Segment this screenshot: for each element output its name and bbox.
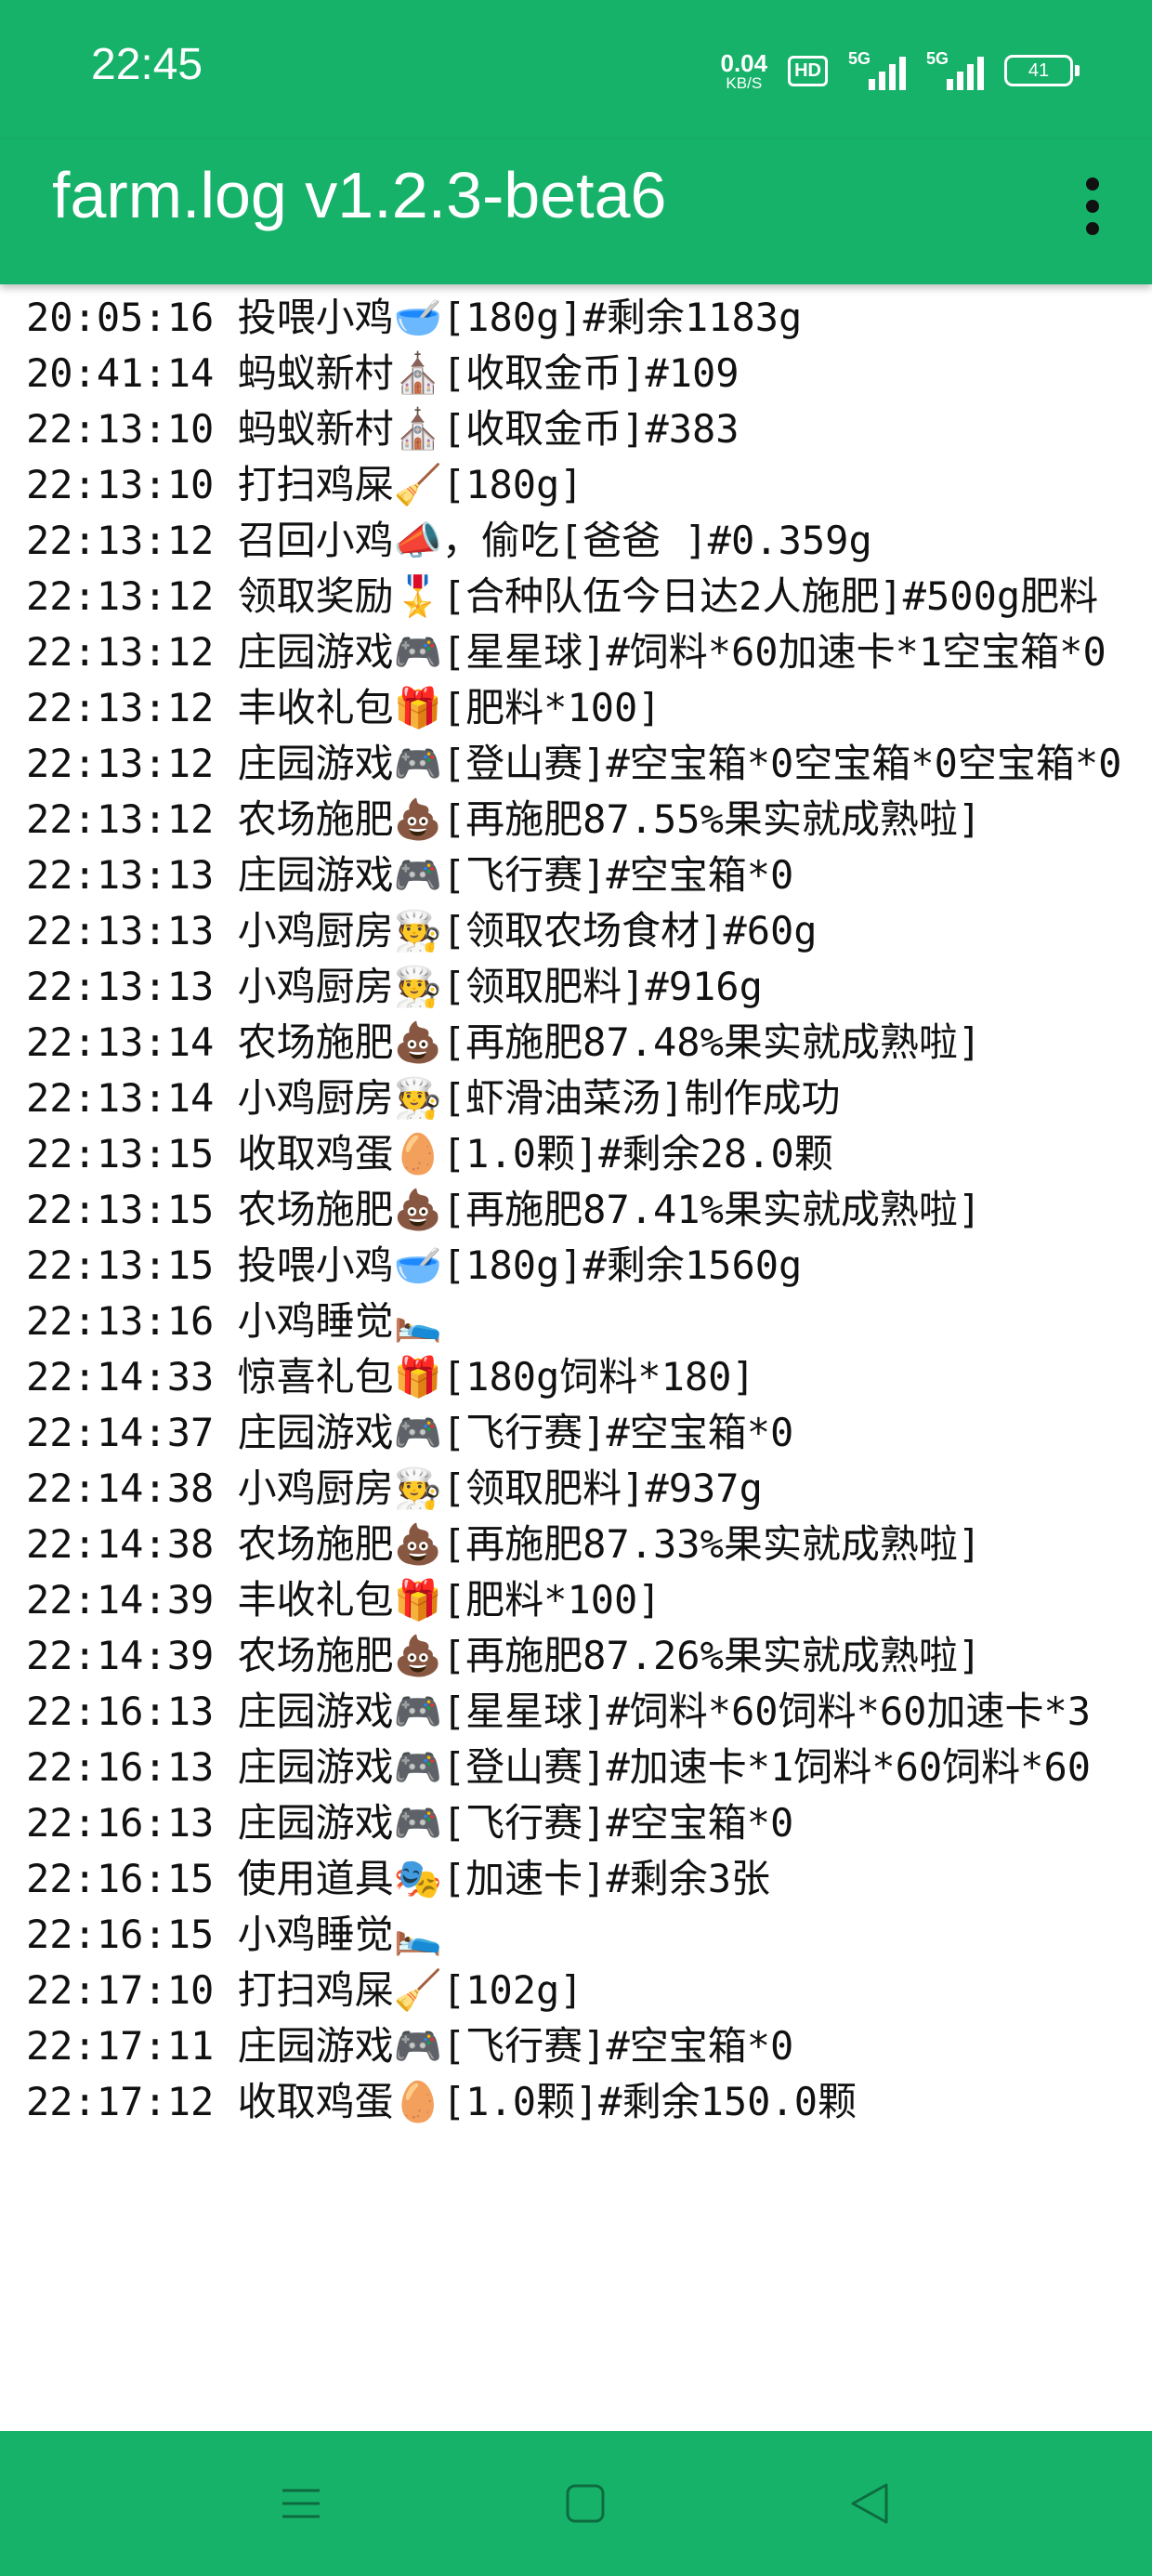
log-line: 22:13:14 小鸡厨房🧑‍🍳[虾滑油菜汤]制作成功 bbox=[26, 1075, 841, 1121]
log-line: 22:17:12 收取鸡蛋🥚[1.0颗]#剩余150.0颗 bbox=[26, 2079, 857, 2124]
log-line: 22:13:15 农场施肥💩[再施肥87.41%果实就成熟啦] bbox=[26, 1187, 982, 1232]
log-line: 22:17:10 打扫鸡屎🧹[102g] bbox=[26, 1967, 583, 2013]
log-line: 22:13:16 小鸡睡觉🛌 bbox=[26, 1298, 442, 1344]
log-line: 22:16:13 庄园游戏🎮[星星球]#饲料*60饲料*60加速卡*3 bbox=[26, 1689, 1092, 1734]
log-line: 22:13:13 庄园游戏🎮[飞行赛]#空宝箱*0 bbox=[26, 852, 794, 898]
log-line: 20:41:14 蚂蚁新村⛪[收取金币]#109 bbox=[26, 350, 740, 396]
log-line: 22:17:11 庄园游戏🎮[飞行赛]#空宝箱*0 bbox=[26, 2023, 794, 2069]
app-bar: farm.log v1.2.3-beta6 bbox=[0, 139, 1152, 284]
menu-icon[interactable] bbox=[268, 2470, 334, 2537]
signal-label: 5G bbox=[926, 49, 949, 68]
hd-icon: HD bbox=[788, 55, 828, 86]
log-line: 22:13:12 领取奖励🎖️[合种队伍今日达2人施肥]#500g肥料 bbox=[26, 573, 1099, 619]
log-line: 22:13:13 小鸡厨房🧑‍🍳[领取肥料]#916g bbox=[26, 964, 763, 1009]
network-speed-value: 0.04 bbox=[720, 48, 768, 77]
log-line: 22:14:33 惊喜礼包🎁[180g饲料*180] bbox=[26, 1354, 755, 1400]
log-line: 22:16:15 小鸡睡觉🛌 bbox=[26, 1912, 442, 1957]
log-line: 22:13:10 打扫鸡屎🧹[180g] bbox=[26, 462, 583, 507]
network-speed: 0.04 KB/S bbox=[721, 51, 768, 91]
log-line: 22:13:10 蚂蚁新村⛪[收取金币]#383 bbox=[26, 406, 740, 452]
log-line: 22:13:15 投喂小鸡🥣[180g]#剩余1560g bbox=[26, 1242, 803, 1288]
signal-label: 5G bbox=[848, 49, 871, 68]
battery-icon: 41 bbox=[1004, 55, 1080, 86]
navigation-bar bbox=[0, 2431, 1152, 2576]
log-line: 22:14:38 小鸡厨房🧑‍🍳[领取肥料]#937g bbox=[26, 1465, 763, 1511]
log-line: 22:16:13 庄园游戏🎮[登山赛]#加速卡*1饲料*60饲料*60 bbox=[26, 1744, 1092, 1790]
status-bar: 22:45 0.04 KB/S HD 5G 5G 41 bbox=[0, 0, 1152, 139]
status-time: 22:45 bbox=[91, 40, 203, 89]
log-line: 22:13:14 农场施肥💩[再施肥87.48%果实就成熟啦] bbox=[26, 1019, 982, 1065]
log-line: 22:13:12 庄园游戏🎮[登山赛]#空宝箱*0空宝箱*0空宝箱*0 bbox=[26, 741, 1122, 786]
app-title: farm.log v1.2.3-beta6 bbox=[52, 159, 667, 231]
log-line: 22:13:12 召回小鸡📣，偷吃[爸爸 ]#0.359g bbox=[26, 518, 872, 563]
overflow-menu-icon[interactable] bbox=[1067, 160, 1119, 253]
log-line: 22:14:39 农场施肥💩[再施肥87.26%果实就成熟啦] bbox=[26, 1633, 982, 1678]
back-icon[interactable] bbox=[836, 2470, 903, 2537]
log-line: 20:05:16 投喂小鸡🥣[180g]#剩余1183g bbox=[26, 295, 803, 340]
network-speed-unit: KB/S bbox=[726, 73, 763, 92]
signal-5g-icon: 5G bbox=[848, 49, 906, 92]
log-line: 22:13:15 收取鸡蛋🥚[1.0颗]#剩余28.0颗 bbox=[26, 1131, 833, 1176]
log-line: 22:13:12 农场施肥💩[再施肥87.55%果实就成熟啦] bbox=[26, 796, 982, 842]
log-line: 22:13:12 庄园游戏🎮[星星球]#饲料*60加速卡*1空宝箱*0 bbox=[26, 629, 1106, 675]
log-view[interactable]: 20:05:16 投喂小鸡🥣[180g]#剩余1183g 20:41:14 蚂蚁新… bbox=[0, 284, 1152, 2431]
log-line: 22:13:12 丰收礼包🎁[肥料*100] bbox=[26, 685, 661, 730]
log-list: 20:05:16 投喂小鸡🥣[180g]#剩余1183g 20:41:14 蚂蚁新… bbox=[26, 290, 1132, 2130]
battery-level: 41 bbox=[1028, 59, 1050, 81]
log-line: 22:16:15 使用道具🎭[加速卡]#剩余3张 bbox=[26, 1856, 771, 1901]
signal-5g-icon: 5G bbox=[926, 49, 984, 92]
log-line: 22:13:13 小鸡厨房🧑‍🍳[领取农场食材]#60g bbox=[26, 908, 818, 953]
home-icon[interactable] bbox=[552, 2470, 619, 2537]
log-line: 22:14:39 丰收礼包🎁[肥料*100] bbox=[26, 1577, 661, 1623]
log-line: 22:16:13 庄园游戏🎮[飞行赛]#空宝箱*0 bbox=[26, 1800, 794, 1846]
log-line: 22:14:38 农场施肥💩[再施肥87.33%果实就成熟啦] bbox=[26, 1521, 982, 1567]
log-line: 22:14:37 庄园游戏🎮[飞行赛]#空宝箱*0 bbox=[26, 1410, 794, 1455]
status-icons: 0.04 KB/S HD 5G 5G 41 bbox=[721, 45, 1080, 97]
